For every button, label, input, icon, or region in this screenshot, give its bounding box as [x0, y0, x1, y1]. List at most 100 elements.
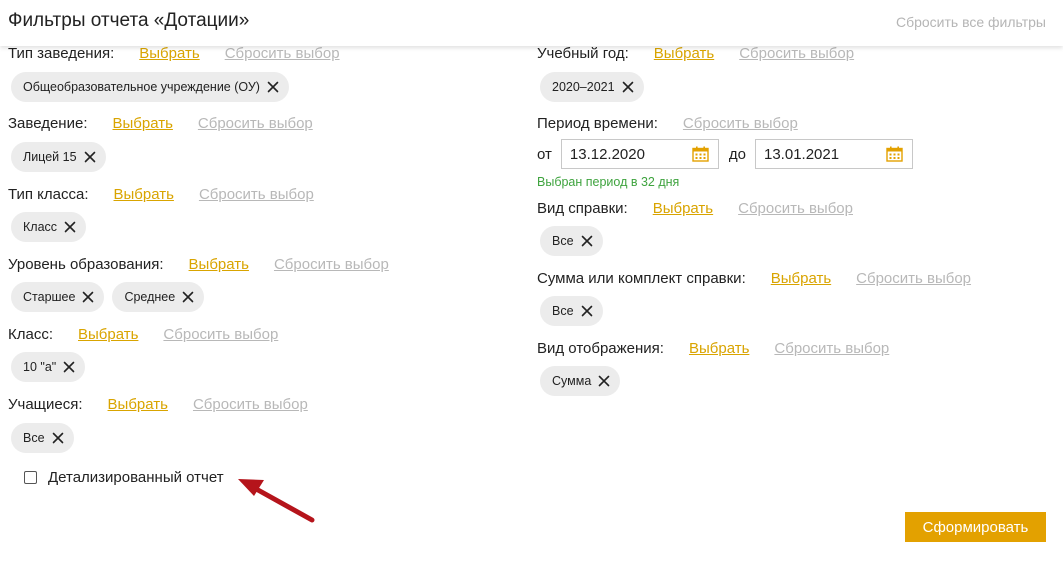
- remove-chip-icon[interactable]: [52, 432, 64, 444]
- selected-chip: Все: [540, 226, 603, 256]
- chip-label: Класс: [23, 220, 58, 234]
- date-range: от 13.12.2020 до 13.01.2021: [537, 139, 913, 169]
- chips-amount: Все: [540, 296, 603, 326]
- remove-chip-icon[interactable]: [63, 361, 75, 373]
- filter-education-level: Уровень образования: Выбрать Сбросить вы…: [8, 256, 389, 273]
- chips-institution-type: Общеобразовательное учреждение (ОУ): [11, 72, 289, 102]
- selected-chip: 10 "а": [11, 352, 86, 382]
- filter-label: Сумма или комплект справки:: [537, 270, 746, 287]
- selected-chip: Среднее: [112, 282, 205, 312]
- reset-selection-link[interactable]: Сбросить выбор: [774, 340, 889, 357]
- chips-students: Все: [11, 423, 74, 453]
- chip-label: Сумма: [552, 374, 592, 388]
- filter-time-period: Период времени: Сбросить выбор: [537, 115, 798, 132]
- selected-chip: Лицей 15: [11, 142, 106, 172]
- reset-selection-link[interactable]: Сбросить выбор: [274, 256, 389, 273]
- reset-selection-link[interactable]: Сбросить выбор: [198, 115, 313, 132]
- detailed-report-checkbox[interactable]: [24, 471, 37, 484]
- selected-chip: Все: [540, 296, 603, 326]
- choose-link[interactable]: Выбрать: [654, 45, 714, 62]
- choose-link[interactable]: Выбрать: [771, 270, 831, 287]
- filter-amount: Сумма или комплект справки: Выбрать Сбро…: [537, 270, 971, 287]
- choose-link[interactable]: Выбрать: [653, 200, 713, 217]
- date-from-input[interactable]: 13.12.2020: [560, 139, 719, 169]
- calendar-icon[interactable]: [692, 146, 709, 162]
- remove-chip-icon[interactable]: [64, 221, 76, 233]
- date-to-input[interactable]: 13.01.2021: [755, 139, 913, 169]
- filter-label: Заведение:: [8, 115, 88, 132]
- chips-institution: Лицей 15: [11, 142, 106, 172]
- filter-students: Учащиеся: Выбрать Сбросить выбор: [8, 396, 308, 413]
- remove-chip-icon[interactable]: [581, 305, 593, 317]
- filter-academic-year: Учебный год: Выбрать Сбросить выбор: [537, 45, 854, 62]
- reset-all-filters-link[interactable]: Сбросить все фильтры: [896, 14, 1046, 30]
- chip-label: Все: [552, 234, 574, 248]
- reset-selection-link[interactable]: Сбросить выбор: [738, 200, 853, 217]
- detailed-report-label: Детализированный отчет: [48, 469, 224, 486]
- chip-label: Среднее: [124, 290, 176, 304]
- filter-label: Учащиеся:: [8, 396, 83, 413]
- reset-selection-link[interactable]: Сбросить выбор: [199, 186, 314, 203]
- chips-display-type: Сумма: [540, 366, 621, 396]
- filter-certificate-type: Вид справки: Выбрать Сбросить выбор: [537, 200, 853, 217]
- choose-link[interactable]: Выбрать: [78, 326, 138, 343]
- period-length-note: Выбран период в 32 дня: [537, 175, 680, 189]
- page-title: Фильтры отчета «Дотации»: [8, 10, 250, 31]
- header: Фильтры отчета «Дотации» Сбросить все фи…: [0, 0, 1063, 46]
- filter-class: Класс: Выбрать Сбросить выбор: [8, 326, 278, 343]
- reset-selection-link[interactable]: Сбросить выбор: [225, 45, 340, 62]
- chip-label: 10 "а": [23, 360, 57, 374]
- selected-chip: Общеобразовательное учреждение (ОУ): [11, 72, 289, 102]
- remove-chip-icon[interactable]: [84, 151, 96, 163]
- date-from-value: 13.12.2020: [569, 145, 645, 163]
- reset-selection-link[interactable]: Сбросить выбор: [193, 396, 308, 413]
- remove-chip-icon[interactable]: [267, 81, 279, 93]
- remove-chip-icon[interactable]: [182, 291, 194, 303]
- remove-chip-icon[interactable]: [82, 291, 94, 303]
- selected-chip: Все: [11, 423, 74, 453]
- filter-label: Период времени:: [537, 115, 658, 132]
- chips-certificate-type: Все: [540, 226, 603, 256]
- choose-link[interactable]: Выбрать: [114, 186, 174, 203]
- date-from-label: от: [537, 145, 552, 163]
- selected-chip: Старшее: [11, 282, 105, 312]
- choose-link[interactable]: Выбрать: [139, 45, 199, 62]
- choose-link[interactable]: Выбрать: [108, 396, 168, 413]
- chip-label: 2020–2021: [552, 80, 615, 94]
- filter-label: Вид справки:: [537, 200, 628, 217]
- selected-chip: Класс: [11, 212, 87, 242]
- filter-institution: Заведение: Выбрать Сбросить выбор: [8, 115, 313, 132]
- calendar-icon[interactable]: [886, 146, 903, 162]
- remove-chip-icon[interactable]: [622, 81, 634, 93]
- chips-class-type: Класс: [11, 212, 87, 242]
- filter-display-type: Вид отображения: Выбрать Сбросить выбор: [537, 340, 889, 357]
- choose-link[interactable]: Выбрать: [689, 340, 749, 357]
- reset-selection-link[interactable]: Сбросить выбор: [856, 270, 971, 287]
- reset-selection-link[interactable]: Сбросить выбор: [683, 115, 798, 132]
- filter-label: Уровень образования:: [8, 256, 164, 273]
- chip-label: Общеобразовательное учреждение (ОУ): [23, 80, 260, 94]
- date-to-label: до: [728, 145, 746, 163]
- filter-label: Тип класса:: [8, 186, 89, 203]
- reset-selection-link[interactable]: Сбросить выбор: [739, 45, 854, 62]
- choose-link[interactable]: Выбрать: [112, 115, 172, 132]
- filter-label: Учебный год:: [537, 45, 629, 62]
- choose-link[interactable]: Выбрать: [189, 256, 249, 273]
- reset-selection-link[interactable]: Сбросить выбор: [163, 326, 278, 343]
- chip-label: Старшее: [23, 290, 76, 304]
- date-to-value: 13.01.2021: [764, 145, 840, 163]
- chips-class: 10 "а": [11, 352, 86, 382]
- filter-label: Тип заведения:: [8, 45, 115, 62]
- filter-class-type: Тип класса: Выбрать Сбросить выбор: [8, 186, 314, 203]
- remove-chip-icon[interactable]: [598, 375, 610, 387]
- chip-label: Все: [23, 431, 45, 445]
- remove-chip-icon[interactable]: [581, 235, 593, 247]
- filter-label: Вид отображения:: [537, 340, 664, 357]
- filter-label: Класс:: [8, 326, 53, 343]
- detailed-report-option[interactable]: Детализированный отчет: [24, 469, 224, 486]
- selected-chip: 2020–2021: [540, 72, 644, 102]
- chip-label: Все: [552, 304, 574, 318]
- chips-education-level: Старшее Среднее: [11, 282, 205, 312]
- chips-academic-year: 2020–2021: [540, 72, 644, 102]
- generate-report-button[interactable]: Сформировать: [905, 512, 1046, 542]
